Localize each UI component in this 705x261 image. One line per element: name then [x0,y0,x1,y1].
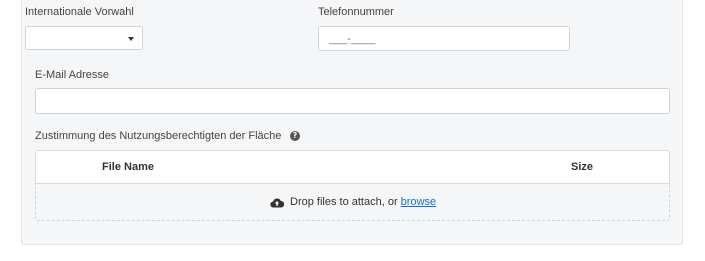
column-header-size: Size [571,161,594,173]
file-table-header: File Name Size [35,150,670,184]
country-code-select[interactable] [25,26,143,50]
country-code-label: Internationale Vorwahl [25,6,134,18]
email-label: E-Mail Adresse [35,69,109,81]
browse-link[interactable]: browse [401,196,436,208]
phone-label: Telefonnummer [318,6,394,18]
drop-zone-text: Drop files to attach, or [290,196,401,208]
cloud-upload-icon [270,197,284,208]
column-header-file-name: File Name [102,161,154,173]
consent-label: Zustimmung des Nutzungsberechtigten der … [35,130,282,142]
caret-down-icon [128,37,134,41]
phone-input[interactable] [318,26,570,51]
question-circle-icon[interactable]: ? [290,131,300,141]
email-input[interactable] [35,88,670,114]
drop-zone-message: Drop files to attach, or browse [270,196,436,208]
